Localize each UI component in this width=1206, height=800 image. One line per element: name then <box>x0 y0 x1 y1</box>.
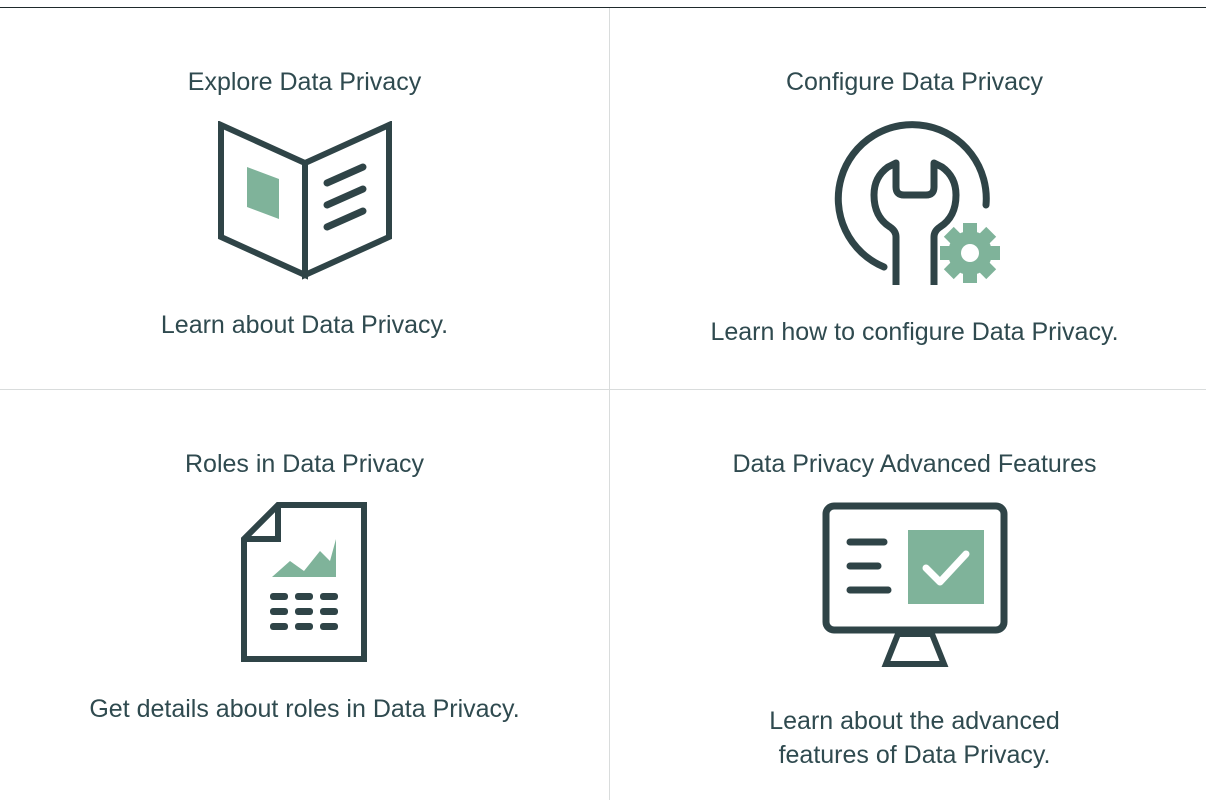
tile-description: Learn how to configure Data Privacy. <box>710 318 1119 346</box>
tile-title: Configure Data Privacy <box>785 68 1044 96</box>
tile-roles-in-data-privacy[interactable]: Roles in Data Privacy Get details about … <box>0 390 609 800</box>
tile-description: Get details about roles in Data Privacy. <box>89 695 520 723</box>
open-book-icon <box>0 121 609 281</box>
tile-data-privacy-advanced-features[interactable]: Data Privacy Advanced Features Learn abo… <box>610 390 1206 800</box>
tile-title: Explore Data Privacy <box>187 68 422 96</box>
tile-description: Learn about the advanced features of Dat… <box>769 707 1060 769</box>
tile-description: Learn about Data Privacy. <box>160 311 449 339</box>
tile-grid: Explore Data Privacy Learn about Data Pr… <box>0 8 1206 800</box>
tile-title: Data Privacy Advanced Features <box>732 450 1097 478</box>
tile-title: Roles in Data Privacy <box>185 450 424 478</box>
monitor-checkbox-icon <box>610 502 1206 670</box>
tile-configure-data-privacy[interactable]: Configure Data Privacy Learn how to conf… <box>610 8 1206 389</box>
wrench-gear-icon <box>610 121 1206 287</box>
tile-explore-data-privacy[interactable]: Explore Data Privacy Learn about Data Pr… <box>0 8 609 389</box>
report-document-icon <box>0 501 609 663</box>
